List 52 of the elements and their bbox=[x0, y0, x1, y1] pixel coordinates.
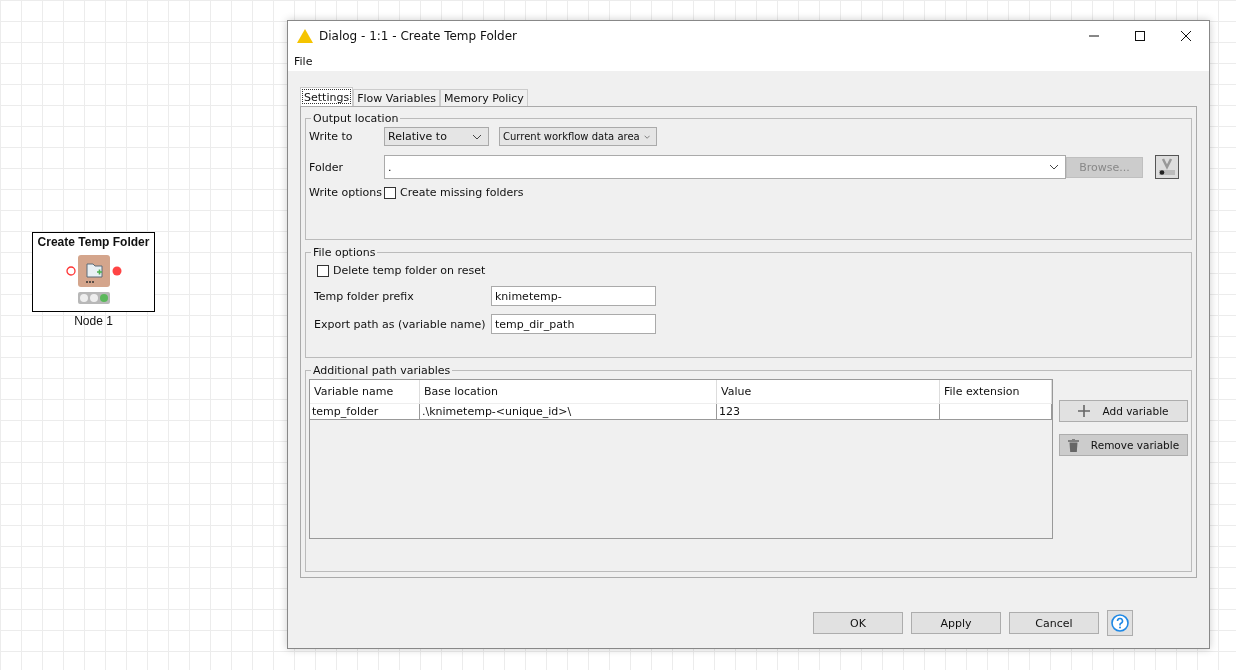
field-label: Write options bbox=[309, 186, 384, 199]
checkbox-label: Delete temp folder on reset bbox=[333, 264, 486, 277]
folder-icon bbox=[77, 255, 110, 287]
close-icon[interactable] bbox=[1180, 30, 1192, 42]
group-title: File options bbox=[312, 246, 377, 259]
field-label: Export path as (variable name) bbox=[313, 317, 487, 331]
output-port-icon[interactable] bbox=[111, 266, 122, 276]
checkbox[interactable] bbox=[317, 264, 329, 277]
chevron-down-icon bbox=[472, 133, 482, 140]
maximize-icon[interactable] bbox=[1134, 30, 1146, 42]
dropdown[interactable]: Relative to bbox=[384, 127, 489, 146]
tab[interactable]: Flow Variables bbox=[353, 89, 440, 106]
warning-triangle-icon bbox=[297, 29, 313, 43]
group-title: Additional path variables bbox=[312, 364, 452, 377]
flow-variable-icon[interactable] bbox=[1155, 155, 1179, 179]
group-title: Output location bbox=[312, 112, 400, 125]
chevron-down-icon bbox=[1049, 164, 1059, 170]
dialog-button[interactable]: OK bbox=[813, 612, 903, 634]
help-button[interactable] bbox=[1107, 610, 1133, 636]
status-light-icon bbox=[77, 292, 110, 304]
window-title: Dialog - 1:1 - Create Temp Folder bbox=[319, 29, 518, 43]
column-header[interactable]: Value bbox=[717, 380, 940, 404]
folder-combo-field[interactable]: . bbox=[384, 155, 1066, 179]
dialog-button[interactable]: Cancel bbox=[1009, 612, 1099, 634]
field-label: Write to bbox=[309, 130, 354, 143]
checkbox[interactable] bbox=[384, 186, 396, 199]
column-header[interactable]: File extension bbox=[940, 380, 1052, 404]
column-header[interactable]: Variable name bbox=[310, 380, 420, 404]
dialog-button[interactable]: Apply bbox=[911, 612, 1001, 634]
dropdown[interactable]: Current workflow data area bbox=[499, 127, 657, 146]
node-label: Node 1 bbox=[74, 314, 113, 328]
tab[interactable]: Memory Policy bbox=[440, 89, 528, 106]
prefix-input-field[interactable]: knimetemp- bbox=[491, 286, 656, 306]
variable-name-input-field[interactable]: temp_dir_path bbox=[491, 314, 656, 334]
table-cell[interactable]: .\knimetemp-<unique_id>\ bbox=[420, 404, 717, 420]
help-icon bbox=[1111, 614, 1129, 632]
chevron-down-icon bbox=[643, 133, 650, 140]
add-variable-button[interactable]: Add variable bbox=[1059, 400, 1188, 422]
node-box[interactable]: Create Temp Folder bbox=[32, 232, 155, 312]
tab[interactable]: Settings bbox=[300, 87, 354, 106]
column-header[interactable]: Base location bbox=[420, 380, 717, 404]
field-label: Temp folder prefix bbox=[313, 289, 415, 303]
table-cell[interactable]: 123 bbox=[717, 404, 940, 420]
table-cell[interactable]: temp_folder bbox=[310, 404, 420, 420]
trash-icon bbox=[1067, 438, 1079, 452]
plus-icon bbox=[1078, 405, 1091, 417]
table-cell[interactable] bbox=[940, 404, 1052, 420]
node-title: Create Temp Folder bbox=[37, 235, 150, 249]
menu-item[interactable]: File bbox=[294, 54, 313, 68]
checkbox-label: Create missing folders bbox=[400, 186, 524, 199]
input-port-icon[interactable] bbox=[65, 266, 76, 276]
field-label: Folder bbox=[309, 160, 344, 174]
